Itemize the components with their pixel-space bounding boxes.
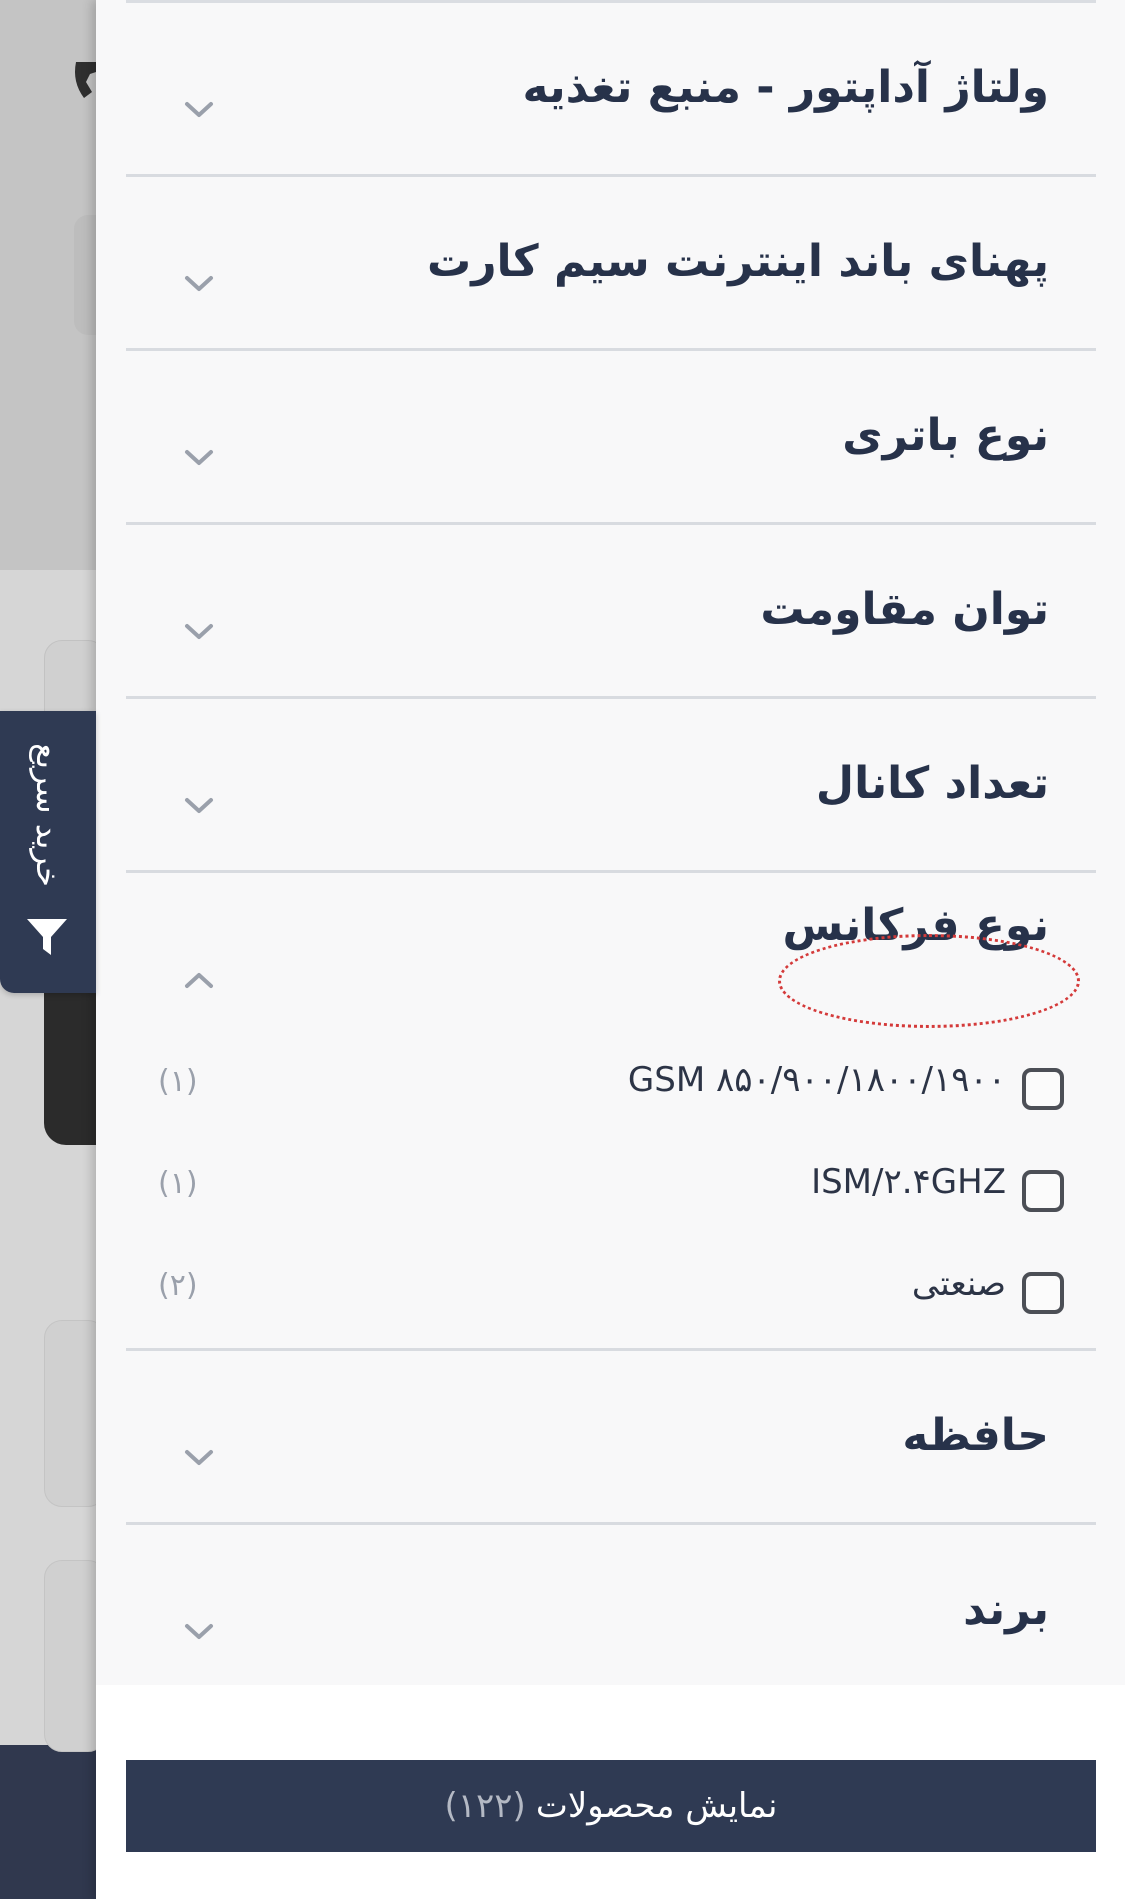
filter-section-resistor-power[interactable]: توان مقاومت [126, 522, 1096, 699]
filter-drawer: ولتاژ آداپتور - منبع تغذیه پهنای باند ای… [96, 0, 1125, 1899]
filter-section-title: حافظه [902, 1409, 1049, 1461]
option-checkbox[interactable] [1022, 1068, 1064, 1110]
filter-option[interactable]: ISM/۲.۴GHZ (۱) [126, 1154, 1096, 1234]
filter-section-memory[interactable]: حافظه [126, 1348, 1096, 1525]
filter-option[interactable]: صنعتی (۲) [126, 1256, 1096, 1336]
filter-section-title: توان مقاومت [760, 583, 1049, 635]
filter-section-brand[interactable]: برند [126, 1522, 1096, 1685]
option-label: ISM/۲.۴GHZ [811, 1162, 1006, 1202]
filter-section-battery-type[interactable]: نوع باتری [126, 348, 1096, 525]
filter-section-title: تعداد کانال [815, 757, 1049, 809]
option-count: (۲) [158, 1268, 198, 1303]
chevron-down-icon[interactable] [181, 1620, 217, 1644]
quick-buy-label: خرید سریع [29, 743, 67, 887]
chevron-down-icon[interactable] [181, 446, 217, 470]
highlight-circle-annotation [778, 934, 1080, 1028]
filter-section-sim-bandwidth[interactable]: پهنای باند اینترنت سیم کارت [126, 174, 1096, 351]
chevron-up-icon[interactable] [181, 968, 217, 992]
chevron-down-icon[interactable] [181, 272, 217, 296]
filter-section-channel-count[interactable]: تعداد کانال [126, 696, 1096, 873]
chevron-down-icon[interactable] [181, 1446, 217, 1470]
chevron-down-icon[interactable] [181, 794, 217, 818]
filter-section-adapter-voltage[interactable]: ولتاژ آداپتور - منبع تغذیه [126, 0, 1096, 177]
option-count: (۱) [158, 1064, 198, 1099]
chevron-down-icon[interactable] [181, 98, 217, 122]
funnel-icon[interactable] [25, 915, 69, 959]
option-checkbox[interactable] [1022, 1170, 1064, 1212]
filter-section-title: برند [963, 1583, 1049, 1635]
filter-section-title: نوع باتری [842, 409, 1049, 461]
filter-option[interactable]: GSM ۸۵۰/۹۰۰/۱۸۰۰/۱۹۰۰ (۱) [126, 1052, 1096, 1132]
show-products-count: (۱۲۲) [444, 1786, 526, 1826]
option-checkbox[interactable] [1022, 1272, 1064, 1314]
background-product-image [44, 990, 104, 1145]
filter-accordion: ولتاژ آداپتور - منبع تغذیه پهنای باند ای… [96, 0, 1125, 1685]
chevron-down-icon[interactable] [181, 620, 217, 644]
option-count: (۱) [158, 1166, 198, 1201]
filter-section-title: ولتاژ آداپتور - منبع تغذیه [522, 61, 1049, 113]
show-products-button[interactable]: نمایش محصولات (۱۲۲) [126, 1760, 1096, 1852]
option-label: صنعتی [911, 1264, 1006, 1304]
show-products-label: نمایش محصولات [535, 1786, 778, 1826]
filter-section-title: پهنای باند اینترنت سیم کارت [426, 235, 1049, 287]
option-label: GSM ۸۵۰/۹۰۰/۱۸۰۰/۱۹۰۰ [627, 1060, 1006, 1100]
